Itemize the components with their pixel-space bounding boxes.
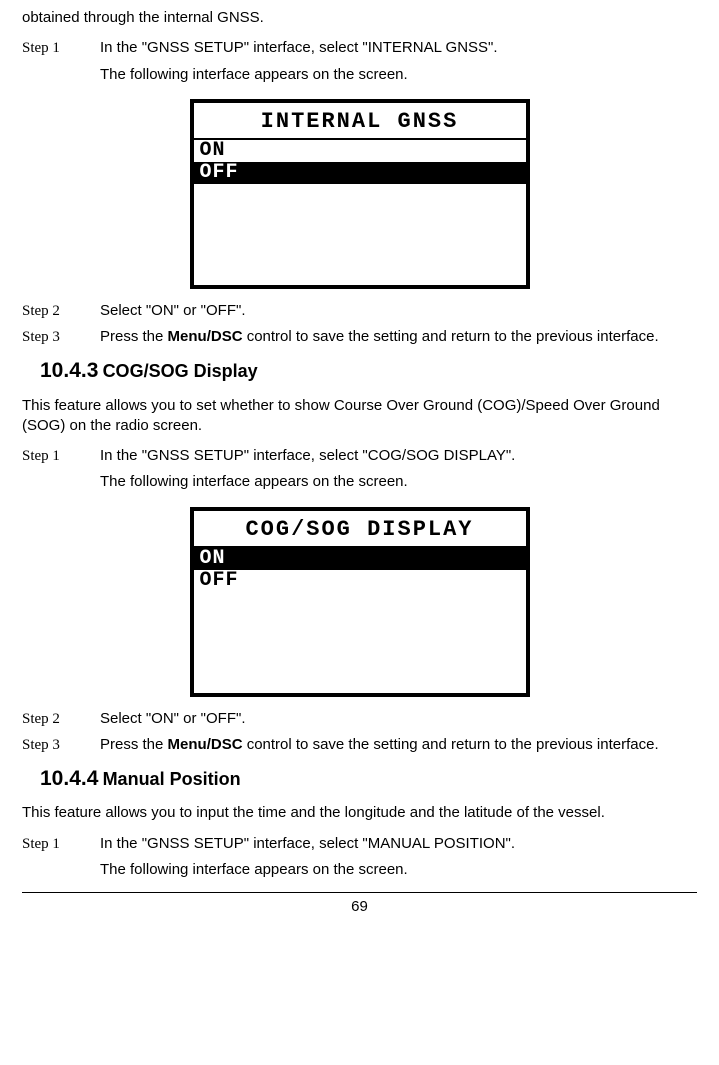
sec2-step2: Step 2 Select "ON" or "OFF". [22,709,697,729]
option-on: ON [194,140,526,162]
step-label: Step 1 [22,834,100,887]
footer: 69 [22,892,697,917]
sec1-step2: Step 2 Select "ON" or "OFF". [22,301,697,321]
txt: Press the [100,328,168,345]
screen-body: ON OFF [194,548,526,692]
lcd-screen: INTERNAL GNSS ON OFF [190,99,530,289]
menu-dsc-bold: Menu/DSC [168,736,243,753]
step-body: Select "ON" or "OFF". [100,301,697,321]
option-off-selected: OFF [194,162,526,184]
page-number: 69 [351,898,368,915]
option-on-selected: ON [194,548,526,570]
step1-line2: The following interface appears on the s… [100,472,697,492]
step-body: Press the Menu/DSC control to save the s… [100,735,697,755]
heading-manual-position: 10.4.4 Manual Position [40,765,697,793]
step-body: Select "ON" or "OFF". [100,709,697,729]
step-body: In the "GNSS SETUP" interface, select "C… [100,446,697,499]
option-off: OFF [194,570,526,592]
step-label: Step 3 [22,327,100,347]
step1-line1: In the "GNSS SETUP" interface, select "M… [100,834,697,854]
intro-top: obtained through the internal GNSS. [22,8,697,28]
heading-num: 10.4.3 [40,359,98,382]
screen-cog-sog: COG/SOG DISPLAY ON OFF [22,507,697,697]
step1-line1: In the "GNSS SETUP" interface, select "I… [100,38,697,58]
step-body: Press the Menu/DSC control to save the s… [100,327,697,347]
txt: control to save the setting and return t… [243,736,659,753]
step1-line2: The following interface appears on the s… [100,65,697,85]
heading-num: 10.4.4 [40,767,98,790]
step-label: Step 3 [22,735,100,755]
sec1-step3: Step 3 Press the Menu/DSC control to sav… [22,327,697,347]
lcd-screen: COG/SOG DISPLAY ON OFF [190,507,530,697]
heading-text: COG/SOG Display [103,361,258,381]
menu-dsc-bold: Menu/DSC [168,328,243,345]
step-body: In the "GNSS SETUP" interface, select "M… [100,834,697,887]
sec3-step1: Step 1 In the "GNSS SETUP" interface, se… [22,834,697,887]
sec2-step3: Step 3 Press the Menu/DSC control to sav… [22,735,697,755]
screen-internal-gnss: INTERNAL GNSS ON OFF [22,99,697,289]
step-label: Step 1 [22,446,100,499]
step-label: Step 2 [22,301,100,321]
sec2-step1: Step 1 In the "GNSS SETUP" interface, se… [22,446,697,499]
sec2-intro: This feature allows you to set whether t… [22,396,697,437]
screen-title: COG/SOG DISPLAY [194,511,526,549]
step1-line2: The following interface appears on the s… [100,860,697,880]
sec1-step1: Step 1 In the "GNSS SETUP" interface, se… [22,38,697,91]
screen-title: INTERNAL GNSS [194,103,526,141]
step1-line1: In the "GNSS SETUP" interface, select "C… [100,446,697,466]
txt: control to save the setting and return t… [243,328,659,345]
txt: Press the [100,736,168,753]
heading-text: Manual Position [103,769,241,789]
step-body: In the "GNSS SETUP" interface, select "I… [100,38,697,91]
heading-cog-sog: 10.4.3 COG/SOG Display [40,357,697,385]
step-label: Step 2 [22,709,100,729]
screen-body: ON OFF [194,140,526,284]
sec3-intro: This feature allows you to input the tim… [22,803,697,823]
step-label: Step 1 [22,38,100,91]
